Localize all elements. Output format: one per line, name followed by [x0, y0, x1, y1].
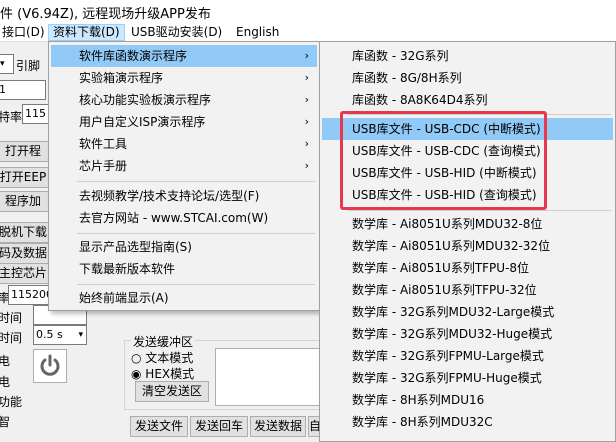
- smart-label: 智: [0, 415, 11, 429]
- submenu-item-math-mdu32-32[interactable]: 数学库 - Ai8051U系列MDU32-32位: [322, 235, 613, 257]
- title-bar: 件 (V6.94Z), 远程现场升级APP发布: [0, 0, 616, 22]
- send-data-button[interactable]: 发送数据: [250, 416, 306, 437]
- menu-item-latest-version[interactable]: 下载最新版本软件: [51, 258, 317, 280]
- submenu-item-math-mdu32-8[interactable]: 数学库 - Ai8051U系列MDU32-8位: [322, 213, 613, 235]
- send-return-button[interactable]: 发送回车: [190, 416, 248, 437]
- chevron-down-icon: ▾: [78, 330, 83, 340]
- menu-item-software-tools[interactable]: 软件工具 ›: [51, 133, 317, 155]
- menu-bar: 接口(D) 资料下载(D) USB驱动安装(D) English: [0, 22, 616, 42]
- chevron-right-icon: ›: [304, 137, 309, 150]
- open-eeprom-button[interactable]: 打开EEP: [0, 167, 50, 188]
- time-label-2: 时间: [0, 331, 23, 345]
- elec-label-1: 电: [0, 354, 11, 368]
- chevron-right-icon: ›: [304, 71, 309, 84]
- baud-label: 特率: [0, 110, 23, 124]
- open-program-button[interactable]: 打开程: [0, 141, 50, 162]
- menu-separator: [77, 233, 315, 234]
- submenu-item-math-tfpu-32[interactable]: 数学库 - Ai8051U系列TFPU-32位: [322, 279, 613, 301]
- elec-label-2: 电: [0, 375, 11, 389]
- menu-separator: [348, 210, 611, 211]
- program-load-button[interactable]: 程序加: [0, 191, 50, 212]
- menu-item-always-on-top[interactable]: 始终前端显示(A): [51, 287, 317, 309]
- menu-usb-driver[interactable]: USB驱动安装(D): [127, 24, 226, 41]
- main-chip-tab[interactable]: 主控芯片: [0, 263, 50, 284]
- chevron-right-icon: ›: [304, 93, 309, 106]
- chevron-down-icon: ▾: [0, 59, 5, 69]
- submenu-item-math-8h-mdu32c[interactable]: 数学库 - 8H系列MDU32C: [322, 411, 613, 433]
- chevron-right-icon: ›: [304, 115, 309, 128]
- time-select-2[interactable]: 0.5 s ▾: [33, 325, 87, 345]
- menu-interface[interactable]: 接口(D): [0, 24, 49, 41]
- window-title: 件 (V6.94Z), 远程现场升级APP发布: [0, 7, 211, 22]
- library-submenu: 库函数 - 32G系列 库函数 - 8G/8H系列 库函数 - 8A8K64D4…: [319, 41, 616, 442]
- submenu-item-lib-8g8h[interactable]: 库函数 - 8G/8H系列: [322, 67, 613, 89]
- chevron-right-icon: ›: [304, 49, 309, 62]
- annotation-highlight-box: [340, 111, 547, 210]
- send-file-button[interactable]: 发送文件: [130, 416, 188, 437]
- send-buffer-label: 发送缓冲区: [131, 333, 196, 350]
- pin-label: 引脚: [16, 59, 41, 73]
- time-label-1: 时间: [0, 311, 23, 325]
- menu-item-library-demos[interactable]: 软件库函数演示程序 ›: [51, 45, 317, 67]
- menu-separator: [77, 181, 315, 182]
- submenu-item-math-8h-mdu16[interactable]: 数学库 - 8H系列MDU16: [322, 389, 613, 411]
- submenu-item-math-tfpu-8[interactable]: 数学库 - Ai8051U系列TFPU-8位: [322, 257, 613, 279]
- menu-english[interactable]: English: [232, 24, 283, 41]
- code-data-tab[interactable]: 码及数据: [0, 243, 50, 264]
- submenu-item-math-32g-fpmu-large[interactable]: 数学库 - 32G系列FPMU-Large模式: [322, 345, 613, 367]
- menu-item-forum[interactable]: 去视频教学/技术支持论坛/选型(F): [51, 185, 317, 207]
- submenu-item-math-32g-mdu32-huge[interactable]: 数学库 - 32G系列MDU32-Huge模式: [322, 323, 613, 345]
- submenu-item-lib-32g[interactable]: 库函数 - 32G系列: [322, 45, 613, 67]
- menu-item-core-board[interactable]: 核心功能实验板演示程序 ›: [51, 89, 317, 111]
- menu-separator: [77, 284, 315, 285]
- submenu-item-lib-8a8k[interactable]: 库函数 - 8A8K64D4系列: [322, 89, 613, 111]
- baud-select-2[interactable]: 115200: [8, 285, 50, 305]
- offline-download-tab[interactable]: 脱机下载: [0, 222, 50, 243]
- menu-item-custom-isp[interactable]: 用户自定义ISP演示程序 ›: [51, 111, 317, 133]
- radio-hex-mode[interactable]: ◉ HEX模式: [131, 365, 194, 382]
- radio-text-mode[interactable]: ○ 文本模式: [131, 349, 193, 366]
- port-select[interactable]: 1: [0, 80, 46, 100]
- chevron-right-icon: ›: [304, 159, 309, 172]
- download-menu: 软件库函数演示程序 › 实验箱演示程序 › 核心功能实验板演示程序 › 用户自定…: [48, 41, 320, 311]
- submenu-item-math-32g-fpmu-huge[interactable]: 数学库 - 32G系列FPMU-Huge模式: [322, 367, 613, 389]
- clear-send-button[interactable]: 清空发送区: [135, 381, 209, 402]
- function-label: 功能: [0, 395, 23, 409]
- menu-item-selection-guide[interactable]: 显示产品选型指南(S): [51, 236, 317, 258]
- submenu-item-math-32g-mdu32-large[interactable]: 数学库 - 32G系列MDU32-Large模式: [322, 301, 613, 323]
- power-icon: [40, 354, 60, 376]
- menu-item-experiment-box[interactable]: 实验箱演示程序 ›: [51, 67, 317, 89]
- menu-item-website[interactable]: 去官方网站 - www.STCAI.com(W): [51, 207, 317, 229]
- menu-download[interactable]: 资料下载(D): [48, 24, 125, 41]
- send-text-area[interactable]: [215, 348, 320, 406]
- menu-item-chip-manual[interactable]: 芯片手册 ›: [51, 155, 317, 177]
- power-button[interactable]: [33, 349, 67, 383]
- dropdown-1[interactable]: ▾: [0, 54, 14, 74]
